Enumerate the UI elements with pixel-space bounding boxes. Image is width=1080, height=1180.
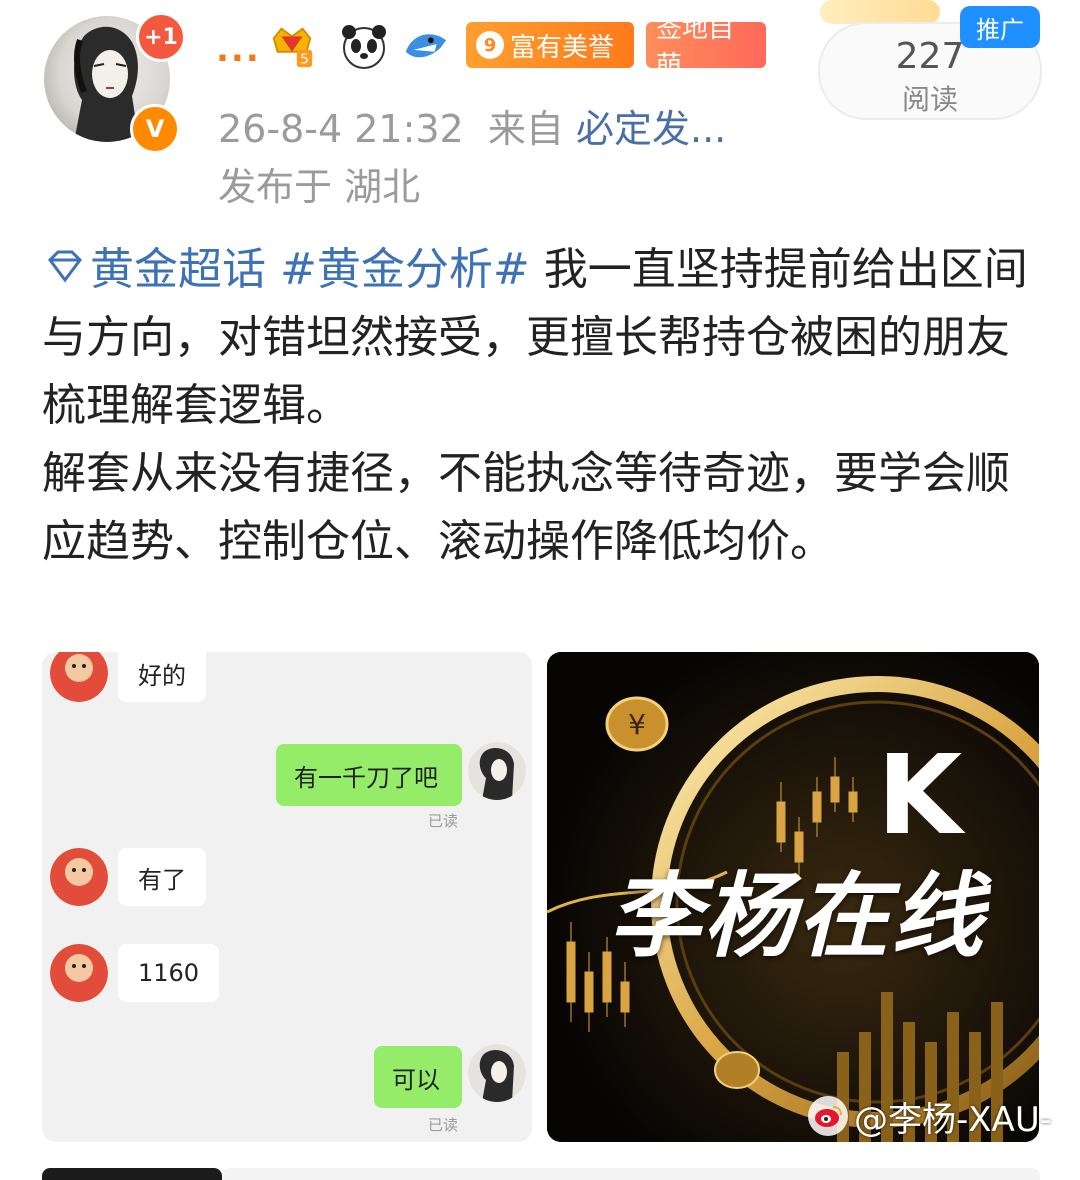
rich-honor-tag[interactable]: 9 富有美誉 (466, 22, 634, 68)
sign-tag[interactable]: 签地自萌 (646, 14, 766, 81)
username-truncated[interactable]: ... (216, 30, 261, 70)
level-badge-number: 5 (300, 52, 309, 67)
svg-text:¥: ¥ (628, 708, 646, 741)
diamond-topic-icon (48, 250, 82, 283)
sign-tag-label: 签地自萌 (656, 14, 735, 81)
verified-icon: V (130, 104, 180, 154)
post-meta: 26-8-4 21:32 来自 必定发... (218, 98, 726, 153)
promote-button[interactable]: 推广 (960, 6, 1040, 48)
chat-message-received: 1160 (118, 944, 220, 1002)
from-label: 来自 (487, 107, 564, 151)
supertopic-link[interactable]: 黄金超话 (90, 244, 266, 295)
chat-message-received: 好的 (118, 652, 206, 702)
rich-level-number: 9 (476, 31, 504, 59)
read-receipt: 已读 (428, 1116, 459, 1134)
next-image-edge (42, 1168, 222, 1180)
shark-icon[interactable] (402, 22, 450, 70)
chat-message-received: 有了 (118, 848, 206, 906)
post-text: 黄金超话 #黄金分析# 我一直坚持提前给出区间与方向，对错坦然接受，更擅长帮持仓… (42, 236, 1032, 576)
friend-avatar (50, 652, 108, 702)
hashtag-link[interactable]: #黄金分析# (280, 244, 530, 295)
brand-title: 李杨在线 (609, 862, 986, 970)
self-avatar (468, 1044, 526, 1102)
self-avatar (468, 742, 526, 800)
next-card-edge (222, 1168, 1040, 1180)
chat-message-sent: 有一千刀了吧 (276, 744, 462, 806)
read-receipt: 已读 (428, 812, 459, 830)
post-source[interactable]: 必定发... (576, 107, 726, 151)
weibo-watermark: @李杨-XAU- (808, 1094, 1052, 1140)
rich-honor-label: 富有美誉 (510, 32, 615, 63)
watermark-text: @李杨-XAU- (854, 1099, 1052, 1140)
brand-banner-image[interactable]: ¥ K 李杨在线 (547, 652, 1039, 1142)
post-paragraph-2: 解套从来没有捷径，不能执念等待奇迹，要学会顺应趋势、控制仓位、滚动操作降低均价。 (42, 448, 1010, 567)
post-location: 发布于 湖北 (218, 165, 421, 209)
post-time: 26-8-4 21:32 (218, 107, 464, 151)
read-label: 阅读 (901, 83, 958, 116)
gold-coin-icon: ¥ (605, 696, 669, 752)
weibo-logo-icon (808, 1096, 848, 1136)
chat-screenshot-image[interactable]: 好的 有一千刀了吧 已读 有了 1160 可以 已读 (42, 652, 532, 1142)
chat-message-sent: 可以 (374, 1046, 462, 1108)
crown-badge-icon[interactable]: 5 (268, 22, 316, 70)
supertopic-glow-decoration (820, 0, 940, 24)
panda-icon[interactable] (340, 22, 388, 70)
brand-k-logo: K (877, 731, 963, 859)
notification-badge: +1 (136, 12, 186, 62)
friend-avatar (50, 848, 108, 906)
friend-avatar (50, 944, 108, 1002)
